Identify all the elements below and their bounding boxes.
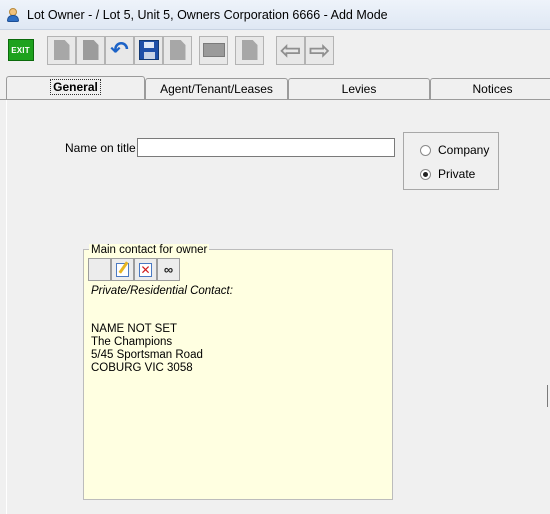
- arrow-left-icon: ⇦: [279, 35, 302, 65]
- tab-general[interactable]: General: [6, 76, 145, 100]
- contact-edit-button[interactable]: [111, 258, 134, 281]
- company-radio-label: Company: [438, 143, 490, 157]
- contact-name-line: NAME NOT SET: [91, 323, 178, 335]
- window-title: Lot Owner - / Lot 5, Unit 5, Owners Corp…: [27, 7, 388, 22]
- tab-agent-label: Agent/Tenant/Leases: [160, 82, 273, 96]
- calculator-button[interactable]: [199, 35, 228, 65]
- main-contact-legend: Main contact for owner: [89, 244, 210, 257]
- company-radio[interactable]: [420, 144, 431, 156]
- tab-levies-label: Levies: [341, 82, 377, 96]
- tab-notices[interactable]: Notices: [430, 78, 550, 99]
- contact-address-line-3: COBURG VIC 3058: [91, 362, 193, 374]
- private-radio-row[interactable]: Private: [420, 167, 475, 181]
- contact-type-label: Private/Residential Contact:: [91, 285, 233, 297]
- tab-panel-edge: [6, 100, 7, 514]
- name-on-title-label: Name on title: [65, 141, 136, 155]
- binoculars-icon: ∞: [163, 262, 174, 277]
- tab-divider: [0, 99, 550, 100]
- new-button[interactable]: [47, 35, 76, 65]
- private-radio-label: Private: [438, 167, 476, 181]
- contact-remove-button[interactable]: ✕: [134, 258, 157, 281]
- tab-levies[interactable]: Levies: [288, 78, 430, 99]
- copy-document-icon: [82, 40, 99, 60]
- edit-icon: [116, 262, 129, 277]
- tab-notices-label: Notices: [472, 82, 513, 96]
- calculator-icon: [202, 43, 225, 57]
- print-button[interactable]: [163, 35, 192, 65]
- owner-icon: [5, 7, 21, 23]
- next-button[interactable]: ⇨: [305, 35, 334, 65]
- delete-document-icon: [241, 40, 258, 60]
- company-radio-row[interactable]: Company: [420, 143, 489, 157]
- private-radio[interactable]: [420, 168, 431, 180]
- print-document-icon: [169, 40, 186, 60]
- previous-button[interactable]: ⇦: [276, 35, 305, 65]
- name-on-title-input[interactable]: [137, 138, 395, 157]
- undo-button[interactable]: ↶: [105, 35, 134, 65]
- save-icon: [138, 40, 159, 60]
- exit-icon: EXIT: [7, 39, 34, 61]
- title-bar: Lot Owner - / Lot 5, Unit 5, Owners Corp…: [0, 0, 550, 30]
- exit-button[interactable]: EXIT: [6, 36, 35, 65]
- contact-find-button[interactable]: ∞: [157, 258, 180, 281]
- contact-address-line-2: 5/45 Sportsman Road: [91, 349, 203, 361]
- new-document-icon: [53, 40, 70, 60]
- tab-strip: General Agent/Tenant/Leases Levies Notic…: [0, 76, 550, 100]
- tab-agent-tenant-leases[interactable]: Agent/Tenant/Leases: [145, 78, 288, 99]
- contact-toolbar: ✕ ∞: [88, 258, 180, 281]
- tab-general-label: General: [50, 79, 101, 95]
- save-button[interactable]: [134, 35, 163, 65]
- toolbar: EXIT ↶ ⇦ ⇨: [0, 31, 550, 69]
- remove-contact-icon: ✕: [139, 262, 152, 277]
- delete-button[interactable]: [235, 35, 264, 65]
- arrow-right-icon: ⇨: [308, 35, 331, 65]
- contact-blank-button[interactable]: [88, 258, 111, 281]
- undo-icon: ↶: [110, 37, 129, 62]
- copy-button[interactable]: [76, 35, 105, 65]
- owner-type-group: Company Private: [403, 132, 499, 190]
- contact-address-line-1: The Champions: [91, 336, 173, 348]
